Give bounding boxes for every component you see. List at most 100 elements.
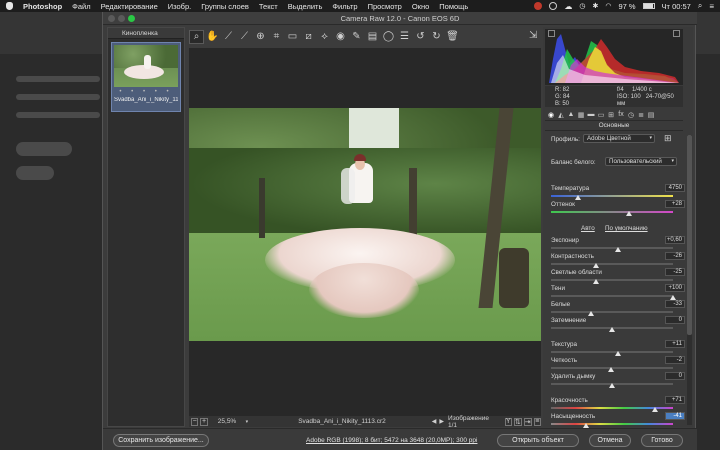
target-adjust-icon[interactable]: ⊕ — [253, 30, 268, 44]
bluetooth-icon[interactable]: ✱ — [592, 2, 598, 10]
rotate-right-icon[interactable]: ↻ — [429, 30, 444, 44]
done-button[interactable]: Готово — [641, 434, 683, 447]
save-image-button[interactable]: Сохранить изображение... — [113, 434, 209, 447]
slider-value-field[interactable]: 4750 — [665, 184, 685, 192]
slider-value-field[interactable]: +0,60 — [665, 236, 685, 244]
slider-track[interactable] — [551, 311, 673, 313]
slider-track[interactable] — [551, 211, 673, 213]
open-object-button[interactable]: Открыть объект — [497, 434, 579, 447]
slider-value-field[interactable]: 0 — [665, 372, 685, 380]
slider-handle[interactable] — [593, 279, 600, 284]
slider-handle[interactable] — [615, 247, 622, 252]
slider-handle[interactable] — [609, 327, 615, 332]
slider-handle[interactable] — [651, 407, 658, 412]
tab-split-toning[interactable]: ▬ — [587, 111, 595, 118]
scrollbar-thumb[interactable] — [687, 135, 692, 335]
menu-select[interactable]: Выделить — [288, 2, 323, 11]
zoom-level[interactable]: 25,5% — [218, 418, 254, 425]
tab-transform[interactable]: ⊞ — [607, 111, 615, 119]
fullscreen-icon[interactable]: ⇲ — [529, 30, 543, 44]
default-link[interactable]: По умолчанию — [605, 225, 648, 232]
maximize-window-button[interactable] — [128, 15, 135, 22]
slider-track[interactable] — [551, 351, 673, 353]
white-balance-icon[interactable]: ⟋ — [221, 30, 236, 44]
menu-view[interactable]: Просмотр — [368, 2, 402, 11]
rating-stars[interactable]: • • • • • — [114, 89, 178, 95]
minimize-window-button[interactable] — [118, 15, 125, 22]
shadow-clipping-warning[interactable] — [548, 30, 555, 37]
panel-scrollbar[interactable] — [687, 135, 692, 425]
transform-icon[interactable]: ⧄ — [301, 30, 316, 44]
menu-image[interactable]: Изобр. — [168, 2, 191, 11]
menu-layer-groups[interactable]: Группы слоев — [201, 2, 249, 11]
slider-value-field[interactable]: -25 — [665, 268, 685, 276]
menu-text[interactable]: Текст — [259, 2, 278, 11]
color-sampler-icon[interactable]: ⟋ — [237, 30, 252, 44]
tab-tone-curve[interactable]: ◭ — [557, 111, 565, 119]
profile-browser-icon[interactable]: ⊞ — [664, 133, 672, 144]
slider-track[interactable] — [551, 295, 673, 297]
slider-value-field[interactable]: -26 — [665, 252, 685, 260]
white-balance-dropdown[interactable]: Пользовательский ▾ — [605, 157, 677, 166]
highlight-clipping-warning[interactable] — [673, 30, 680, 37]
slider-track[interactable] — [551, 263, 673, 265]
tab-presets[interactable]: ≣ — [637, 111, 645, 119]
before-after-y-button[interactable]: Y — [504, 417, 512, 426]
tab-basic[interactable]: ◉ — [547, 111, 555, 119]
spot-removal-icon[interactable]: ⟡ — [317, 30, 332, 44]
slider-track[interactable] — [551, 279, 673, 281]
menu-file[interactable]: Файл — [72, 2, 90, 11]
slider-value-field[interactable]: -41 — [665, 412, 685, 420]
menu-window[interactable]: Окно — [412, 2, 429, 11]
workflow-options-link[interactable]: Adobe RGB (1998); 8 бит; 5472 на 3648 (2… — [306, 437, 477, 444]
slider-value-field[interactable]: +28 — [665, 200, 685, 208]
tab-lens[interactable]: ▭ — [597, 111, 605, 119]
apple-icon[interactable] — [6, 2, 13, 10]
tab-effects[interactable]: fx — [617, 111, 625, 118]
crop-icon[interactable]: ⌗ — [269, 30, 284, 44]
slider-handle[interactable] — [588, 311, 595, 316]
slider-handle[interactable] — [607, 367, 614, 372]
adjustment-brush-icon[interactable]: ✎ — [349, 30, 364, 44]
slider-handle[interactable] — [626, 211, 633, 216]
tab-snapshots[interactable]: ▤ — [647, 111, 655, 119]
menu-edit[interactable]: Редактирование — [101, 2, 158, 11]
slider-value-field[interactable]: -33 — [665, 300, 685, 308]
copy-settings-button[interactable]: ⇥ — [523, 417, 532, 426]
menu-help[interactable]: Помощь — [439, 2, 468, 11]
search-icon[interactable]: ⌕ — [698, 1, 702, 11]
menu-filter[interactable]: Фильтр — [332, 2, 357, 11]
menubar-clock[interactable]: Чт 00:57 — [662, 2, 691, 11]
close-window-button[interactable] — [108, 15, 115, 22]
swap-settings-button[interactable]: ⇅ — [513, 417, 522, 426]
tab-hsl[interactable]: ▦ — [577, 111, 585, 119]
red-eye-icon[interactable]: ◉ — [333, 30, 348, 44]
trash-icon[interactable]: 🗑 — [445, 30, 460, 44]
cancel-button[interactable]: Отмена — [589, 434, 631, 447]
rotate-left-icon[interactable]: ↺ — [413, 30, 428, 44]
slider-handle[interactable] — [609, 383, 615, 388]
menu-app-name[interactable]: Photoshop — [23, 2, 62, 11]
hand-icon[interactable]: ✋ — [205, 30, 220, 44]
zoom-icon[interactable]: ⌕ — [189, 30, 204, 44]
filmstrip-thumbnail[interactable]: • • • • • Svadba_Ani_i_Nikity_1113... — [111, 42, 181, 112]
slider-track[interactable] — [551, 423, 673, 425]
slider-track[interactable] — [551, 247, 673, 249]
control-center-icon[interactable]: ≡ — [709, 2, 714, 11]
preview-settings-button[interactable]: ≡ — [533, 417, 542, 426]
zoom-out-button[interactable]: − — [191, 417, 199, 426]
radial-filter-icon[interactable]: ◯ — [381, 30, 396, 44]
auto-link[interactable]: Авто — [581, 225, 595, 232]
straighten-icon[interactable]: ▭ — [285, 30, 300, 44]
slider-handle[interactable] — [593, 263, 600, 268]
slider-value-field[interactable]: -2 — [665, 356, 685, 364]
slider-value-field[interactable]: +71 — [665, 396, 685, 404]
battery-percent[interactable]: 97 % — [618, 2, 635, 11]
next-image-button[interactable]: ▶ — [439, 418, 444, 425]
battery-icon[interactable] — [642, 3, 655, 9]
zoom-in-button[interactable]: + — [200, 417, 208, 426]
profile-dropdown[interactable]: Adobe Цветной ▾ — [583, 134, 655, 143]
skype-icon[interactable] — [549, 2, 558, 10]
graduated-filter-icon[interactable]: ▤ — [365, 30, 380, 44]
slider-handle[interactable] — [615, 351, 622, 356]
